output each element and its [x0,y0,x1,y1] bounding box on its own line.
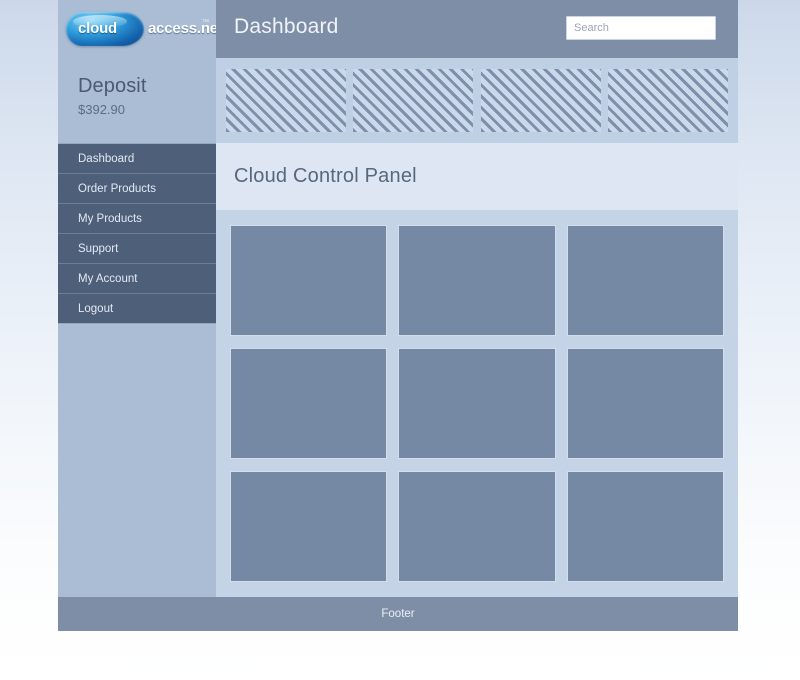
sidebar-nav: Dashboard Order Products My Products Sup… [58,143,216,324]
banner-placeholder-4[interactable] [607,69,728,132]
logo-panel[interactable]: cloud access.net ™ [58,0,223,58]
content-tile-6[interactable] [566,348,724,459]
deposit-summary: Deposit $392.90 [58,58,216,143]
sidebar: Deposit $392.90 Dashboard Order Products… [58,58,216,597]
footer: Footer [58,597,738,631]
sidebar-item-support[interactable]: Support [58,234,216,264]
content-tile-3[interactable] [566,225,724,336]
search-input[interactable] [566,16,716,40]
header: cloud access.net ™ Dashboard [58,0,738,58]
content-tile-5[interactable] [398,348,556,459]
content-tile-9[interactable] [566,471,724,582]
sidebar-item-my-products[interactable]: My Products [58,204,216,234]
deposit-label: Deposit [78,75,147,97]
banner-placeholder-2[interactable] [353,69,474,132]
panel-heading: Cloud Control Panel [234,165,417,187]
trademark-icon: ™ [202,19,209,26]
main-content: Cloud Control Panel [216,58,738,597]
deposit-amount: $392.90 [78,102,125,117]
sidebar-item-my-account[interactable]: My Account [58,264,216,294]
title-bar: Dashboard [216,0,738,58]
content-tile-2[interactable] [398,225,556,336]
panel-heading-band: Cloud Control Panel [216,143,738,210]
page-title: Dashboard [234,15,339,38]
banner-strip [216,58,738,143]
logo-name-text: access.net [148,20,223,37]
footer-label: Footer [381,608,415,620]
content-tile-8[interactable] [398,471,556,582]
banner-placeholder-3[interactable] [480,69,601,132]
brand-logo[interactable]: cloud access.net ™ [66,11,223,47]
sidebar-item-order-products[interactable]: Order Products [58,174,216,204]
app-frame: cloud access.net ™ Dashboard Deposit $39… [58,0,738,631]
tile-grid [216,210,738,597]
content-tile-1[interactable] [230,225,388,336]
content-tile-4[interactable] [230,348,388,459]
content-tile-7[interactable] [230,471,388,582]
logo-mark-text: cloud [78,20,117,37]
banner-placeholder-1[interactable] [226,69,346,132]
sidebar-item-dashboard[interactable]: Dashboard [58,144,216,174]
sidebar-item-logout[interactable]: Logout [58,294,216,324]
